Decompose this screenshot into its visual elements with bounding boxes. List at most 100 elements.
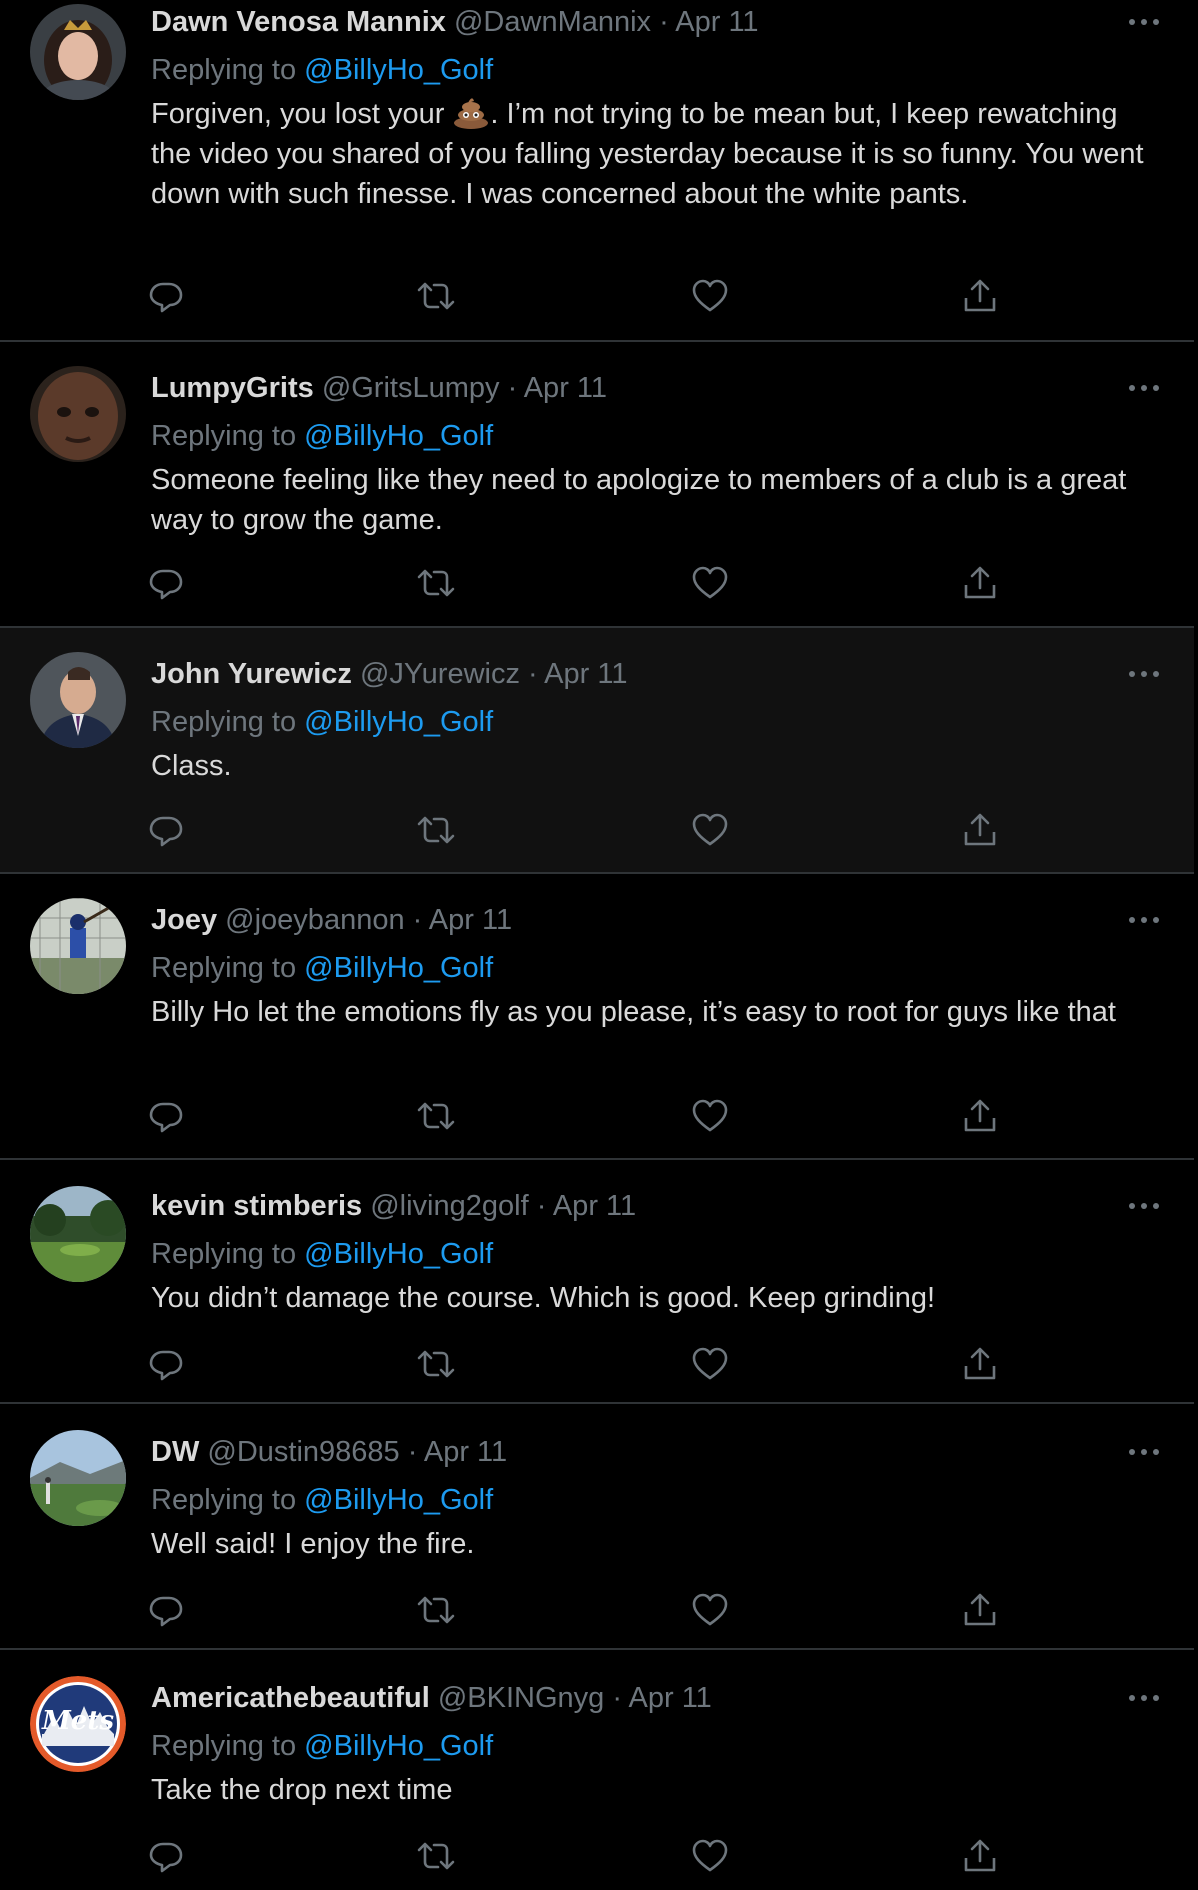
reply-icon[interactable] bbox=[146, 563, 186, 603]
reply-icon[interactable] bbox=[146, 276, 186, 316]
tweet-header: Americathebeautiful @BKINGnyg · Apr 11 bbox=[151, 1680, 712, 1716]
avatar[interactable] bbox=[30, 366, 126, 462]
replying-to: Replying to @BillyHo_Golf bbox=[151, 1236, 493, 1272]
like-icon[interactable] bbox=[690, 563, 730, 603]
timestamp[interactable]: Apr 11 bbox=[524, 372, 607, 404]
avatar[interactable] bbox=[30, 4, 126, 100]
tweet-text: Someone feeling like they need to apolog… bbox=[151, 464, 1127, 536]
avatar[interactable] bbox=[30, 1186, 126, 1282]
separator: · bbox=[507, 372, 518, 404]
tweet-text: Well said! I enjoy the fire. bbox=[151, 1528, 475, 1560]
mention-link[interactable]: @BillyHo_Golf bbox=[304, 952, 493, 984]
mention-link[interactable]: @BillyHo_Golf bbox=[304, 1730, 493, 1762]
retweet-icon[interactable] bbox=[416, 1344, 456, 1384]
share-icon[interactable] bbox=[960, 810, 1000, 850]
like-icon[interactable] bbox=[690, 1096, 730, 1136]
share-icon[interactable] bbox=[960, 1096, 1000, 1136]
replying-to: Replying to @BillyHo_Golf bbox=[151, 1482, 493, 1518]
share-icon[interactable] bbox=[960, 1590, 1000, 1630]
tweet-text: Class. bbox=[151, 750, 232, 782]
replying-to: Replying to @BillyHo_Golf bbox=[151, 704, 493, 740]
timestamp[interactable]: Apr 11 bbox=[429, 904, 512, 936]
display-name[interactable]: Americathebeautiful bbox=[151, 1682, 430, 1714]
reply-icon[interactable] bbox=[146, 1096, 186, 1136]
handle[interactable]: @living2golf bbox=[370, 1190, 528, 1222]
replying-label: Replying to bbox=[151, 1730, 297, 1762]
like-icon[interactable] bbox=[690, 810, 730, 850]
more-options-icon[interactable] bbox=[1124, 910, 1164, 930]
avatar[interactable] bbox=[30, 898, 126, 994]
retweet-icon[interactable] bbox=[416, 810, 456, 850]
replying-label: Replying to bbox=[151, 1484, 297, 1516]
avatar[interactable] bbox=[30, 1430, 126, 1526]
tweet-header: kevin stimberis @living2golf · Apr 11 bbox=[151, 1188, 636, 1224]
avatar-image bbox=[30, 652, 126, 748]
timestamp[interactable]: Apr 11 bbox=[629, 1682, 712, 1714]
replying-label: Replying to bbox=[151, 952, 297, 984]
reply-icon[interactable] bbox=[146, 1344, 186, 1384]
display-name[interactable]: Dawn Venosa Mannix bbox=[151, 6, 446, 38]
avatar[interactable]: Mets bbox=[30, 1676, 126, 1772]
like-icon[interactable] bbox=[690, 276, 730, 316]
reply-icon[interactable] bbox=[146, 1590, 186, 1630]
share-icon[interactable] bbox=[960, 1836, 1000, 1876]
timestamp[interactable]: Apr 11 bbox=[544, 658, 627, 690]
retweet-icon[interactable] bbox=[416, 1096, 456, 1136]
separator: · bbox=[412, 904, 423, 936]
display-name[interactable]: LumpyGrits bbox=[151, 372, 314, 404]
replying-to: Replying to @BillyHo_Golf bbox=[151, 1728, 493, 1764]
avatar-image bbox=[30, 366, 126, 462]
tweet-header: DW @Dustin98685 · Apr 11 bbox=[151, 1434, 507, 1470]
timestamp[interactable]: Apr 11 bbox=[424, 1436, 507, 1468]
poop-emoji bbox=[452, 95, 490, 129]
avatar-image bbox=[30, 1186, 126, 1282]
more-options-icon[interactable] bbox=[1124, 378, 1164, 398]
retweet-icon[interactable] bbox=[416, 276, 456, 316]
timestamp[interactable]: Apr 11 bbox=[675, 6, 758, 38]
replying-to: Replying to @BillyHo_Golf bbox=[151, 950, 493, 986]
separator: · bbox=[528, 658, 538, 690]
like-icon[interactable] bbox=[690, 1836, 730, 1876]
retweet-icon[interactable] bbox=[416, 563, 456, 603]
reply-icon[interactable] bbox=[146, 1836, 186, 1876]
handle[interactable]: @joeybannon bbox=[225, 904, 404, 936]
share-icon[interactable] bbox=[960, 1344, 1000, 1384]
tweet-text: Take the drop next time bbox=[151, 1774, 453, 1806]
retweet-icon[interactable] bbox=[416, 1590, 456, 1630]
tweet-header: Dawn Venosa Mannix @DawnMannix · Apr 11 bbox=[151, 4, 759, 40]
handle[interactable]: @BKINGnyg bbox=[438, 1682, 604, 1714]
display-name[interactable]: John Yurewicz bbox=[151, 658, 352, 690]
more-options-icon[interactable] bbox=[1124, 1196, 1164, 1216]
display-name[interactable]: DW bbox=[151, 1436, 199, 1468]
mention-link[interactable]: @BillyHo_Golf bbox=[304, 706, 493, 738]
mention-link[interactable]: @BillyHo_Golf bbox=[304, 54, 493, 86]
reply-icon[interactable] bbox=[146, 810, 186, 850]
handle[interactable]: @Dustin98685 bbox=[207, 1436, 399, 1468]
more-options-icon[interactable] bbox=[1124, 12, 1164, 32]
handle[interactable]: @JYurewicz bbox=[360, 658, 520, 690]
timestamp[interactable]: Apr 11 bbox=[553, 1190, 636, 1222]
like-icon[interactable] bbox=[690, 1344, 730, 1384]
more-options-icon[interactable] bbox=[1124, 664, 1164, 684]
tweet-header: John Yurewicz @JYurewicz · Apr 11 bbox=[151, 656, 627, 692]
replying-label: Replying to bbox=[151, 54, 297, 86]
separator: · bbox=[536, 1190, 547, 1222]
retweet-icon[interactable] bbox=[416, 1836, 456, 1876]
avatar[interactable] bbox=[30, 652, 126, 748]
mention-link[interactable]: @BillyHo_Golf bbox=[304, 420, 493, 452]
display-name[interactable]: kevin stimberis bbox=[151, 1190, 362, 1222]
more-options-icon[interactable] bbox=[1124, 1442, 1164, 1462]
handle[interactable]: @GritsLumpy bbox=[322, 372, 500, 404]
like-icon[interactable] bbox=[690, 1590, 730, 1630]
share-icon[interactable] bbox=[960, 563, 1000, 603]
display-name[interactable]: Joey bbox=[151, 904, 217, 936]
replying-to: Replying to @BillyHo_Golf bbox=[151, 418, 493, 454]
tweet-text: Billy Ho let the emotions fly as you ple… bbox=[151, 996, 1116, 1028]
tweet-header: Joey @joeybannon · Apr 11 bbox=[151, 902, 512, 938]
mention-link[interactable]: @BillyHo_Golf bbox=[304, 1238, 493, 1270]
mention-link[interactable]: @BillyHo_Golf bbox=[304, 1484, 493, 1516]
handle[interactable]: @DawnMannix bbox=[454, 6, 651, 38]
more-options-icon[interactable] bbox=[1124, 1688, 1164, 1708]
share-icon[interactable] bbox=[960, 276, 1000, 316]
replying-label: Replying to bbox=[151, 706, 297, 738]
